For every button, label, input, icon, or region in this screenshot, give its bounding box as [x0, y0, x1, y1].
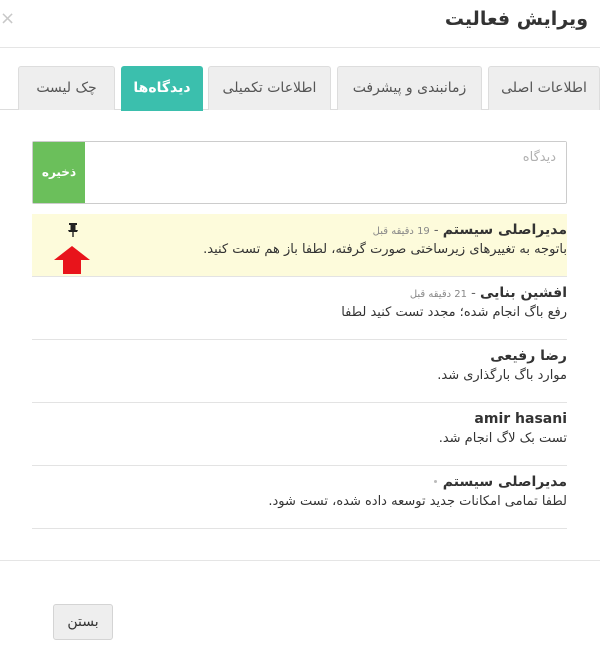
tab-schedule-progress[interactable]: زمانبندی و پیشرفت — [337, 66, 482, 110]
save-button[interactable]: ذخیره — [33, 142, 85, 203]
comment-item: رضا رفیعی موارد باگ بارگذاری شد. — [32, 340, 567, 403]
comment-author: مدیراصلی سیستم — [442, 474, 567, 490]
comment-author: رضا رفیعی — [490, 348, 567, 364]
arrow-up-icon — [54, 246, 90, 274]
dot-icon — [433, 480, 437, 483]
comment-item: amir hasani تست بک لاگ انجام شد. — [32, 403, 567, 466]
dialog-header: ویرایش فعالیت × — [0, 0, 600, 48]
comment-header: مدیراصلی سیستم - 19 دقیقه قبل — [373, 219, 567, 238]
close-icon[interactable]: × — [0, 10, 15, 28]
comment-author: مدیراصلی سیستم — [442, 222, 567, 238]
comment-header: رضا رفیعی — [490, 345, 567, 364]
tab-main-info[interactable]: اطلاعات اصلی — [488, 66, 600, 110]
comment-separator: - — [466, 286, 480, 301]
comment-item: مدیراصلی سیستم لطفا تمامی امکانات جدید ت… — [32, 466, 567, 529]
tab-extra-info[interactable]: اطلاعات تکمیلی — [208, 66, 331, 110]
comment-header: افشین بنایی - 21 دقیقه قبل — [410, 282, 567, 301]
comment-header: مدیراصلی سیستم — [433, 471, 567, 490]
comment-time: 19 دقیقه قبل — [372, 226, 430, 237]
comment-input[interactable] — [85, 142, 566, 203]
pin-icon[interactable] — [65, 222, 81, 238]
comment-list: مدیراصلی سیستم - 19 دقیقه قبل باتوجه به … — [32, 214, 567, 529]
comment-text: موارد باگ بارگذاری شد. — [437, 368, 567, 383]
comment-form: ذخیره — [32, 141, 567, 204]
comment-text: تست بک لاگ انجام شد. — [438, 431, 567, 446]
comment-separator: - — [429, 223, 443, 238]
close-button[interactable]: بستن — [53, 604, 113, 640]
comment-text: رفع باگ انجام شده؛ مجدد تست کنید لطفا — [341, 305, 567, 320]
comment-author: افشین بنایی — [479, 285, 567, 301]
footer-divider — [0, 560, 600, 561]
comment-header: amir hasani — [474, 408, 567, 427]
comment-item: مدیراصلی سیستم - 19 دقیقه قبل باتوجه به … — [32, 214, 567, 277]
comment-time: 21 دقیقه قبل — [409, 289, 467, 300]
comment-text: لطفا تمامی امکانات جدید توسعه داده شده، … — [268, 494, 567, 509]
tab-bar: اطلاعات اصلی زمانبندی و پیشرفت اطلاعات ت… — [0, 66, 600, 111]
comment-item: افشین بنایی - 21 دقیقه قبل رفع باگ انجام… — [32, 277, 567, 340]
tab-checklist[interactable]: چک لیست — [18, 66, 115, 110]
dialog-title: ویرایش فعالیت — [444, 8, 588, 30]
comment-text: باتوجه به تغییرهای زیرساختی صورت گرفته، … — [203, 242, 567, 257]
tab-comments[interactable]: دیدگاه‌ها — [121, 66, 203, 111]
comment-author: amir hasani — [474, 411, 567, 427]
